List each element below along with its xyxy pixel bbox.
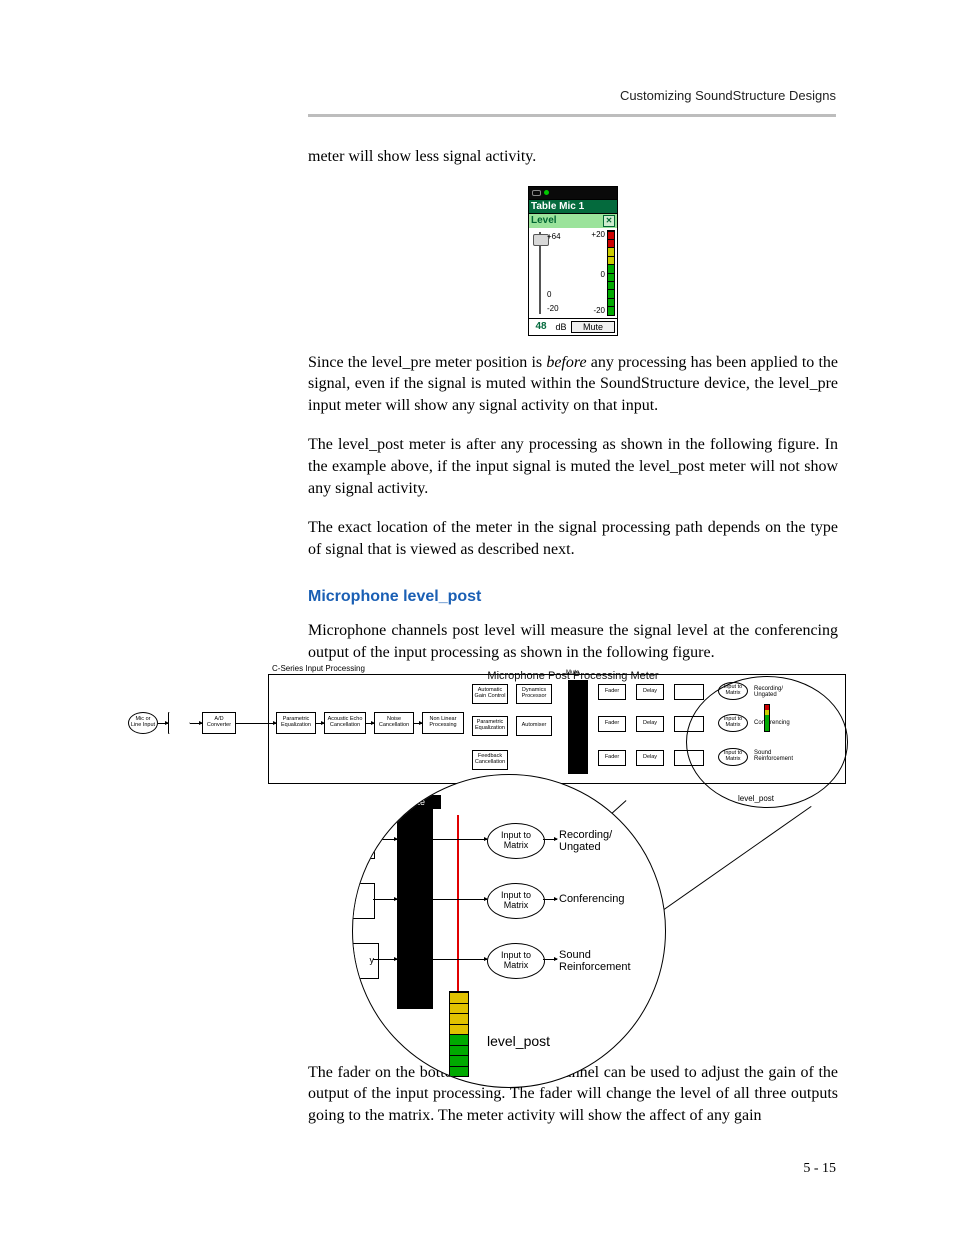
panel-titlebar	[529, 187, 617, 199]
zoom-itm-2: Input to Matrix	[487, 883, 545, 919]
node-delay2: Delay	[636, 716, 664, 732]
status-dot-icon	[544, 190, 549, 195]
panel-db-value: 48	[529, 321, 553, 332]
level-post-label: level_post	[487, 1033, 550, 1049]
zoom-left-frag-1	[352, 823, 375, 859]
meter-tick-low: -20	[593, 306, 605, 315]
page-header: Customizing SoundStructure Designs	[620, 88, 836, 103]
zoom-source-circle	[686, 676, 848, 808]
panel-level-label: Level	[531, 215, 557, 226]
signal-flow-diagram: C-Series Input Processing Mic or Line In…	[128, 662, 846, 1020]
arrow	[158, 723, 168, 724]
section-heading-mic-level-post: Microphone level_post	[308, 588, 838, 606]
meter-bar	[607, 230, 615, 316]
panel-meter-area: +64 0 -20 +20 0 -20	[529, 228, 617, 318]
arrow	[366, 723, 374, 724]
para-meter-location: The exact location of the meter in the s…	[308, 517, 838, 560]
node-delay3: Delay	[636, 750, 664, 766]
arrow	[373, 839, 397, 840]
node-agc: Automatic Gain Control	[472, 684, 508, 704]
arrow	[543, 839, 557, 840]
zoom-itm-3: Input to Matrix	[487, 943, 545, 979]
para-mic-post: Microphone channels post level will meas…	[308, 620, 838, 663]
arrow	[190, 723, 202, 724]
panel-db-unit: dB	[553, 322, 569, 332]
panel-mic-label: Table Mic 1	[529, 199, 617, 214]
node-fader1: Fader	[598, 684, 626, 700]
node-dyn: Dynamics Processor	[516, 684, 552, 704]
node-peq1	[674, 684, 704, 700]
node-fb: Feedback Cancellation	[472, 750, 508, 770]
node-noise: Noise Cancellation	[374, 712, 414, 734]
arrow	[433, 899, 487, 900]
arrow	[236, 723, 276, 724]
level-panel: Table Mic 1 Level ✕ +64 0 -20 +20 0 -20 …	[528, 186, 618, 336]
switch-node-1	[397, 833, 407, 841]
arrow	[373, 899, 397, 900]
mute-band-small	[568, 680, 588, 774]
node-fader3: Fader	[598, 750, 626, 766]
zoom-line-2	[654, 806, 812, 917]
node-aec: Acoustic Echo Cancellation	[324, 712, 366, 734]
zoom-left-frag-3: y	[352, 943, 379, 979]
panel-level-row: Level ✕	[529, 214, 617, 228]
para-intro-fragment: meter will show less signal activity.	[308, 146, 838, 168]
arrow	[316, 723, 324, 724]
node-peq-mid: Parametric Equalization	[472, 716, 508, 736]
zoom-out-1: Recording/Ungated	[559, 829, 612, 853]
arrow	[543, 959, 557, 960]
slider-tick-low: -20	[547, 304, 559, 313]
mute-button: Mute	[571, 321, 615, 333]
meter-tick-mid: 0	[601, 270, 605, 279]
outer-box-label: C-Series Input Processing	[272, 664, 365, 673]
slider-tick-mid: 0	[547, 290, 551, 299]
arrow	[373, 959, 397, 960]
node-fader2: Fader	[598, 716, 626, 732]
mute-band-label: Mute	[389, 795, 441, 809]
meter-tick-top: +20	[591, 230, 605, 239]
para2-a: Since the level_pre meter position is	[308, 354, 546, 371]
page-number: 5 - 15	[803, 1161, 836, 1177]
zoom-circle: Mute Input to Matrix Input to Matrix Inp…	[352, 774, 666, 1088]
mute-label-small: Mute	[566, 670, 579, 676]
node-peq0: Parametric Equalization	[276, 712, 316, 734]
level-post-meter	[449, 991, 469, 1077]
node-nlp: Non Linear Processing	[422, 712, 464, 734]
arrow	[414, 723, 422, 724]
node-ad: A/D Converter	[202, 712, 236, 734]
switch-node-3	[397, 953, 407, 961]
node-input: Mic or Line Input	[128, 712, 158, 734]
panel-bottom-row: 48 dB Mute	[529, 318, 617, 335]
zoom-out-2: Conferencing	[559, 893, 624, 905]
para2-em: before	[546, 354, 586, 371]
node-automix: Automixer	[516, 716, 552, 736]
arrow	[433, 839, 487, 840]
node-delay1: Delay	[636, 684, 664, 700]
zoom-itm-1: Input to Matrix	[487, 823, 545, 859]
switch-node-2	[397, 893, 407, 901]
arrow	[543, 899, 557, 900]
zoom-left-frag-2	[352, 883, 375, 919]
arrow	[433, 959, 487, 960]
link-dot-icon	[532, 190, 541, 196]
para-level-post: The level_post meter is after any proces…	[308, 434, 838, 499]
slider-tick-top: +64	[547, 232, 561, 241]
header-rule	[308, 114, 836, 117]
node-gain	[168, 712, 190, 734]
zoom-out-3: SoundReinforcement	[559, 949, 631, 973]
para-level-pre: Since the level_pre meter position is be…	[308, 352, 838, 417]
close-icon: ✕	[603, 215, 615, 227]
